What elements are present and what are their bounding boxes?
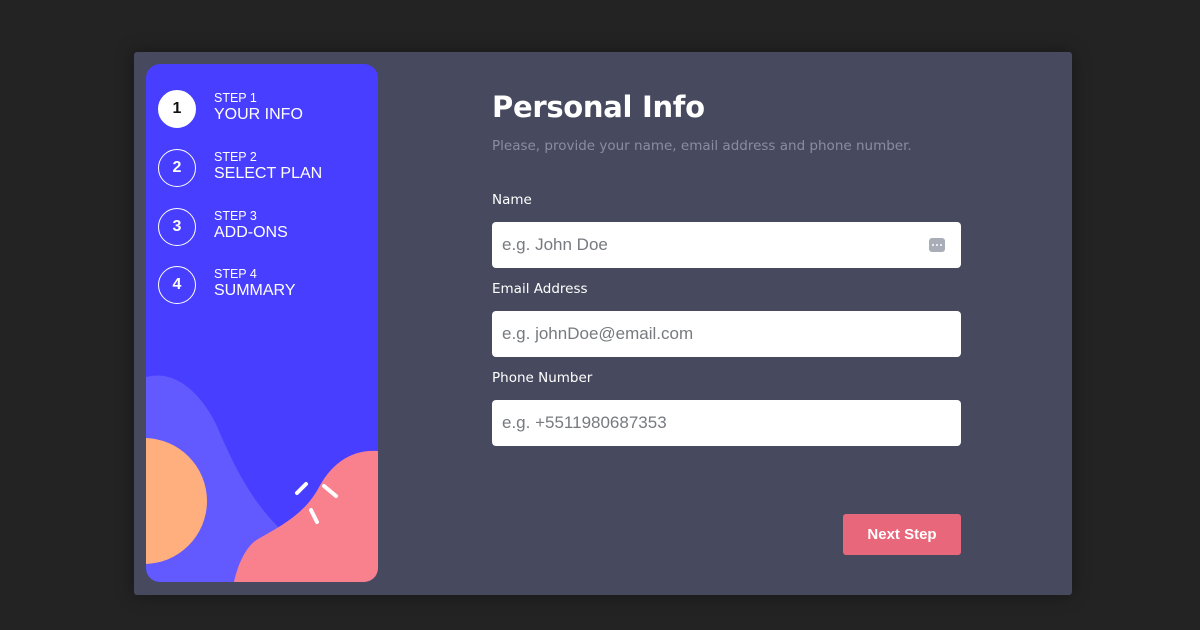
- step-labels: STEP 1 YOUR INFO: [214, 90, 303, 123]
- step-title: SELECT PLAN: [214, 164, 323, 182]
- step-number-circle: 2: [158, 149, 196, 187]
- step-labels: STEP 4 SUMMARY: [214, 266, 296, 299]
- step-4[interactable]: 4 STEP 4 SUMMARY: [158, 266, 368, 306]
- step-1[interactable]: 1 STEP 1 YOUR INFO: [158, 90, 368, 130]
- form-card: 1 STEP 1 YOUR INFO 2 STEP 2 SELECT PLAN …: [134, 52, 1072, 595]
- step-number-circle: 1: [158, 90, 196, 128]
- step-title: SUMMARY: [214, 281, 296, 299]
- phone-input[interactable]: [492, 400, 961, 446]
- step-title: YOUR INFO: [214, 105, 303, 123]
- step-title: ADD-ONS: [214, 223, 288, 241]
- next-step-button[interactable]: Next Step: [843, 514, 961, 555]
- email-input[interactable]: [492, 311, 961, 357]
- autofill-icon[interactable]: [929, 238, 945, 252]
- phone-label: Phone Number: [492, 370, 593, 386]
- sidebar-decoration: [146, 375, 378, 582]
- step-caption: STEP 3: [214, 209, 257, 223]
- name-input[interactable]: [492, 222, 961, 268]
- step-labels: STEP 3 ADD-ONS: [214, 208, 288, 241]
- name-label: Name: [492, 192, 532, 208]
- step-caption: STEP 4: [214, 267, 257, 281]
- step-caption: STEP 2: [214, 150, 257, 164]
- step-caption: STEP 1: [214, 91, 257, 105]
- step-sidebar: 1 STEP 1 YOUR INFO 2 STEP 2 SELECT PLAN …: [146, 64, 378, 582]
- step-2[interactable]: 2 STEP 2 SELECT PLAN: [158, 149, 368, 189]
- page-subtitle: Please, provide your name, email address…: [492, 138, 912, 154]
- email-label: Email Address: [492, 281, 588, 297]
- personal-info-form: Personal Info Please, provide your name,…: [492, 52, 962, 595]
- step-3[interactable]: 3 STEP 3 ADD-ONS: [158, 208, 368, 248]
- page-title: Personal Info: [492, 90, 705, 124]
- step-number-circle: 4: [158, 266, 196, 304]
- step-labels: STEP 2 SELECT PLAN: [214, 149, 322, 182]
- step-number-circle: 3: [158, 208, 196, 246]
